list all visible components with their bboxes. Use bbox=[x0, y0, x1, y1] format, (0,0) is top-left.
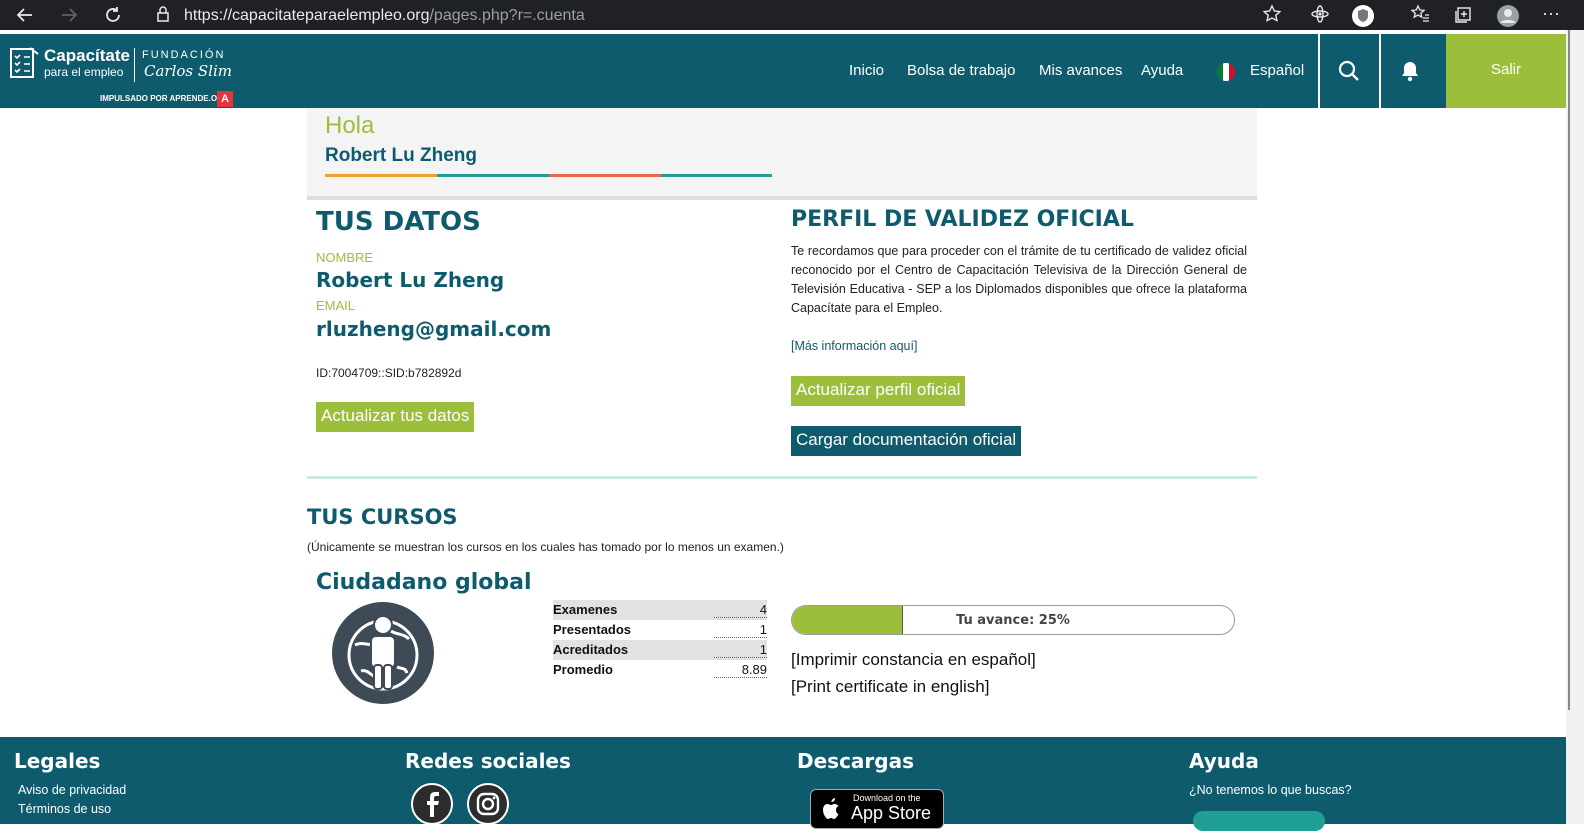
upload-documents-button[interactable]: Cargar documentación oficial bbox=[791, 426, 1022, 456]
course-stats-table: Examenes 4 Presentados 1 Acreditados 1 P… bbox=[553, 600, 767, 680]
greeting-text: Hola bbox=[325, 112, 375, 139]
header-divider bbox=[1318, 34, 1320, 108]
shield-extension-icon[interactable] bbox=[1351, 4, 1374, 27]
apple-icon bbox=[821, 798, 841, 827]
stat-value: 1 bbox=[714, 642, 767, 658]
update-profile-button[interactable]: Actualizar perfil oficial bbox=[791, 376, 966, 406]
footer-ayuda-text: ¿No tenemos lo que buscas? bbox=[1189, 783, 1352, 797]
browser-toolbar: https://capacitateparaelempleo.org/pages… bbox=[0, 0, 1584, 30]
site-header: Capacítate para el empleo FUNDACIÓN Carl… bbox=[0, 34, 1566, 108]
nav-mis-avances[interactable]: Mis avances bbox=[1039, 62, 1122, 79]
footer-descargas-title: Descargas bbox=[797, 749, 915, 773]
mexico-flag-icon bbox=[1217, 63, 1235, 81]
collections-icon[interactable] bbox=[1454, 4, 1476, 26]
more-menu-icon[interactable]: ··· bbox=[1542, 3, 1564, 25]
stat-label: Examenes bbox=[553, 602, 618, 617]
color-stripe bbox=[661, 174, 772, 177]
stat-label: Acreditados bbox=[553, 642, 629, 657]
stat-row-acreditados: Acreditados 1 bbox=[553, 640, 767, 660]
stat-value: 4 bbox=[714, 602, 767, 618]
perfil-description: Te recordamos que para proceder con el t… bbox=[791, 244, 1247, 315]
facebook-icon[interactable] bbox=[411, 783, 453, 825]
language-selector[interactable]: Español bbox=[1250, 62, 1304, 79]
progress-label: Tu avance: 25% bbox=[956, 613, 1070, 628]
checklist-logo-icon bbox=[10, 46, 40, 85]
bell-icon[interactable] bbox=[1400, 60, 1420, 87]
name-label: NOMBRE bbox=[316, 250, 374, 265]
more-info-link[interactable]: [Más información aquí] bbox=[791, 339, 917, 353]
stat-label: Presentados bbox=[553, 622, 632, 637]
tus-datos-title: TUS DATOS bbox=[316, 207, 481, 237]
color-stripe bbox=[549, 174, 661, 177]
stat-value: 8.89 bbox=[714, 662, 767, 678]
app-store-badge[interactable]: Download on the App Store bbox=[810, 789, 944, 829]
help-button-partial[interactable] bbox=[1193, 811, 1325, 831]
privacy-link[interactable]: Aviso de privacidad bbox=[18, 783, 126, 797]
terms-link[interactable]: Términos de uso bbox=[18, 802, 111, 816]
stat-label: Promedio bbox=[553, 662, 613, 677]
url-path: /pages.php?r=.cuenta bbox=[429, 7, 585, 24]
extension-atom-icon[interactable] bbox=[1310, 4, 1332, 26]
footer-ayuda-title: Ayuda bbox=[1189, 749, 1259, 773]
aprende-badge-icon: A bbox=[217, 91, 233, 107]
header-divider bbox=[1379, 34, 1381, 108]
logo-foundation-line1: FUNDACIÓN bbox=[142, 49, 226, 61]
email-label: EMAIL bbox=[316, 298, 356, 313]
perfil-title: PERFIL DE VALIDEZ OFICIAL bbox=[791, 207, 1134, 232]
tus-cursos-title: TUS CURSOS bbox=[307, 505, 458, 529]
lock-icon bbox=[156, 6, 170, 27]
footer-legales-title: Legales bbox=[14, 749, 101, 773]
course-title[interactable]: Ciudadano global bbox=[316, 570, 532, 595]
star-icon[interactable] bbox=[1262, 4, 1284, 26]
site-footer: Legales Aviso de privacidad Términos de … bbox=[0, 737, 1566, 831]
stat-value: 1 bbox=[714, 622, 767, 638]
stat-row-presentados: Presentados 1 bbox=[553, 620, 767, 640]
stat-row-examenes: Examenes 4 bbox=[553, 600, 767, 620]
color-stripe bbox=[437, 174, 549, 177]
print-certificate-es-link[interactable]: [Imprimir constancia en español] bbox=[791, 650, 1036, 670]
logo-divider bbox=[134, 48, 135, 82]
color-stripe bbox=[325, 174, 437, 177]
profile-avatar-icon[interactable] bbox=[1496, 4, 1519, 27]
address-bar[interactable]: https://capacitateparaelempleo.org/pages… bbox=[140, 2, 1300, 28]
name-value: Robert Lu Zheng bbox=[316, 268, 505, 292]
logout-button[interactable]: Salir bbox=[1446, 34, 1566, 108]
logo-brand-line1: Capacítate bbox=[44, 46, 130, 65]
print-certificate-en-link[interactable]: [Print certificate in english] bbox=[791, 677, 989, 697]
nav-ayuda[interactable]: Ayuda bbox=[1141, 62, 1183, 79]
user-ids: ID:7004709::SID:b782892d bbox=[316, 366, 462, 380]
footer-redes-title: Redes sociales bbox=[405, 749, 571, 773]
url-text: https://capacitateparaelempleo.org/pages… bbox=[184, 7, 585, 25]
appstore-line1: Download on the bbox=[853, 793, 921, 803]
greeting-name: Robert Lu Zheng bbox=[325, 145, 477, 166]
search-icon[interactable] bbox=[1338, 60, 1360, 87]
nav-bolsa-de-trabajo[interactable]: Bolsa de trabajo bbox=[907, 62, 1015, 79]
logo-brand-line2: para el empleo bbox=[44, 65, 124, 79]
logo-foundation-line2: Carlos Slim bbox=[144, 62, 232, 80]
email-value: rluzheng@gmail.com bbox=[316, 317, 552, 341]
url-host: https://capacitateparaelempleo.org bbox=[184, 7, 430, 24]
globe-person-icon bbox=[331, 601, 435, 710]
favorites-icon[interactable] bbox=[1410, 4, 1432, 26]
course-progress-bar: Tu avance: 25% bbox=[791, 605, 1235, 635]
nav-inicio[interactable]: Inicio bbox=[849, 62, 884, 79]
forward-icon[interactable] bbox=[56, 2, 82, 28]
greeting-panel: Hola Robert Lu Zheng bbox=[307, 108, 1257, 200]
appstore-line2: App Store bbox=[851, 803, 932, 823]
section-divider bbox=[307, 476, 1257, 479]
instagram-icon[interactable] bbox=[467, 783, 509, 825]
logo-powered-by: IMPULSADO POR APRENDE.ORG bbox=[100, 94, 230, 103]
back-icon[interactable] bbox=[12, 2, 38, 28]
site-logo[interactable]: Capacítate para el empleo FUNDACIÓN Carl… bbox=[10, 44, 240, 107]
update-data-button[interactable]: Actualizar tus datos bbox=[316, 402, 475, 432]
stat-row-promedio: Promedio 8.89 bbox=[553, 660, 767, 680]
scrollbar-thumb[interactable] bbox=[1568, 30, 1570, 710]
cursos-note: (Únicamente se muestran los cursos en lo… bbox=[307, 540, 784, 554]
reload-icon[interactable] bbox=[100, 2, 126, 28]
